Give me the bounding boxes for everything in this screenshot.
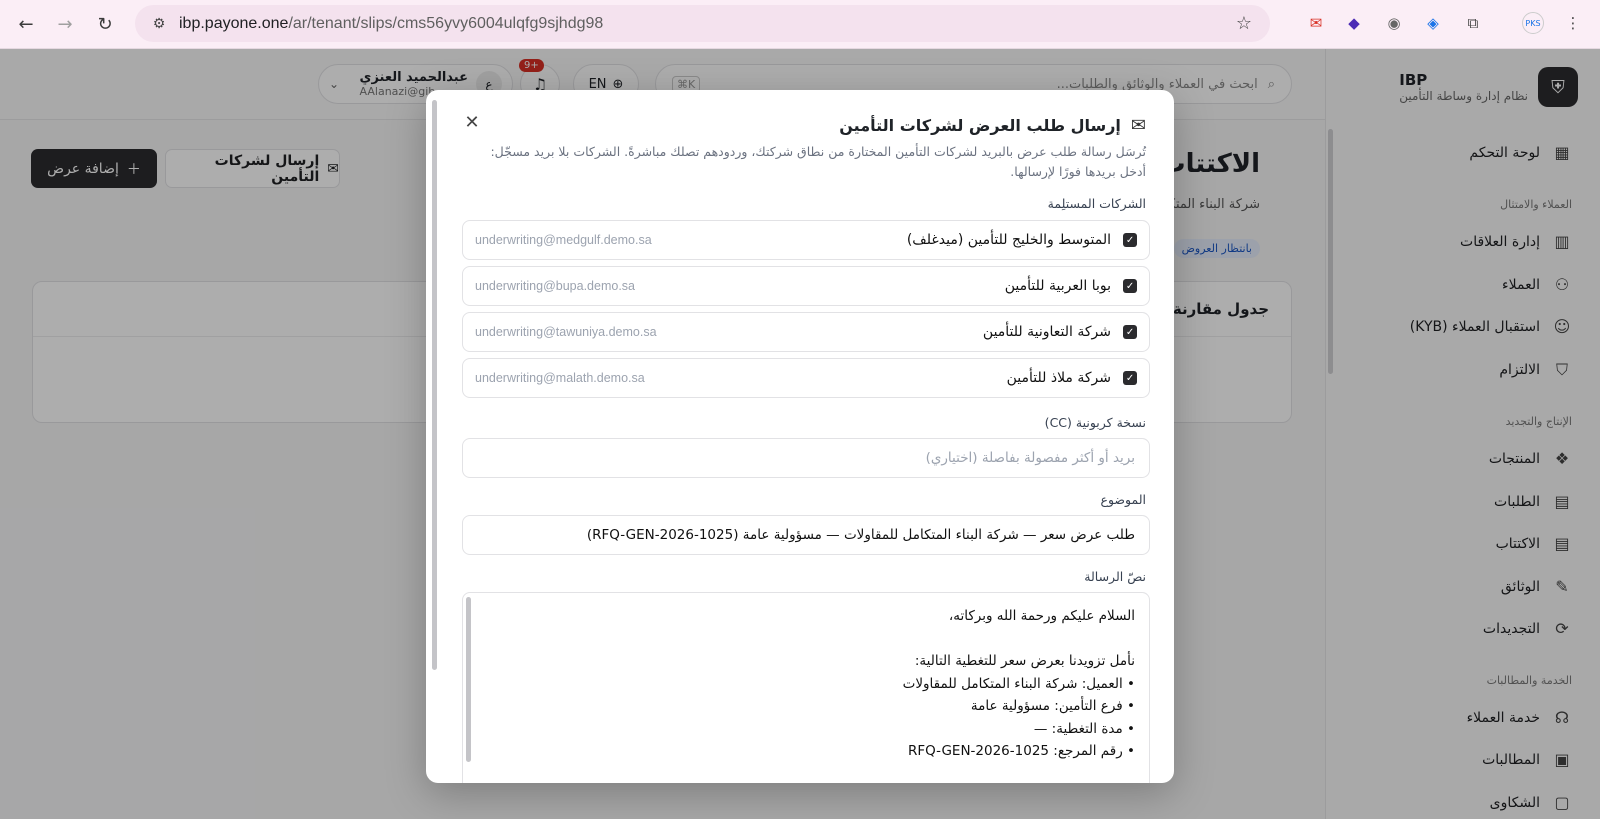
subject-label: الموضوع xyxy=(1100,492,1147,507)
browser-menu-icon[interactable]: ⋮ xyxy=(1562,12,1584,34)
message-body-textarea[interactable]: السلام عليكم ورحمة الله وبركاته، نأمل تز… xyxy=(462,592,1150,783)
send-rfq-modal: ✕ ✉ إرسال طلب العرض لشركات التأمين تُرسَ… xyxy=(426,90,1174,783)
camera-icon[interactable]: ◉ xyxy=(1383,12,1405,34)
extension-diamond-icon[interactable]: ◆ xyxy=(1343,12,1365,34)
mail-icon: ✉ xyxy=(1130,115,1146,136)
address-bar[interactable]: ⚙ ibp.payone.one/ar/tenant/slips/cms56yv… xyxy=(135,5,1270,42)
cc-label: نسخة كربونية (CC) xyxy=(1044,415,1146,430)
recipients-label: الشركات المستلِمة xyxy=(1047,196,1146,211)
checkbox-checked[interactable]: ✓ xyxy=(1123,233,1137,247)
body-line: • رقم المرجع: RFQ-GEN-2026-1025 xyxy=(907,743,1135,759)
back-icon[interactable]: ← xyxy=(6,4,46,44)
recipient-row[interactable]: ✓ شركة ملاذ للتأمين underwriting@malath.… xyxy=(462,358,1150,398)
gmail-icon[interactable]: ✉ xyxy=(1305,12,1327,34)
bookmark-star-icon[interactable]: ☆ xyxy=(1236,13,1252,34)
modal-scrollbar[interactable] xyxy=(432,100,437,670)
checkbox-checked[interactable]: ✓ xyxy=(1123,325,1137,339)
extension-tag-icon[interactable]: ◈ xyxy=(1422,12,1444,34)
reload-icon[interactable]: ↻ xyxy=(85,4,125,44)
close-icon[interactable]: ✕ xyxy=(462,112,482,133)
modal-description: تُرسَل رسالة طلب عرض بالبريد لشركات التأ… xyxy=(490,144,1146,179)
body-line: نأمل تزويدنا بعرض سعر للتغطية التالية: xyxy=(914,653,1135,669)
profile-avatar[interactable]: PKS xyxy=(1522,12,1544,34)
site-settings-icon[interactable]: ⚙ xyxy=(141,16,177,32)
body-line: • مدة التغطية: — xyxy=(1033,720,1135,737)
browser-toolbar: ← → ↻ ⚙ ibp.payone.one/ar/tenant/slips/c… xyxy=(0,0,1600,49)
subject-input[interactable]: طلب عرض سعر — شركة البناء المتكامل للمقا… xyxy=(462,515,1150,555)
modal-title: ✉ إرسال طلب العرض لشركات التأمين xyxy=(839,115,1146,136)
textarea-scrollbar[interactable] xyxy=(466,597,471,762)
recipient-row[interactable]: ✓ شركة التعاونية للتأمين underwriting@ta… xyxy=(462,312,1150,352)
cc-input[interactable]: بريد أو أكثر مفصولة بفاصلة (اختياري) xyxy=(462,438,1150,478)
url-text: ibp.payone.one/ar/tenant/slips/cms56yvy6… xyxy=(179,14,604,32)
body-line: • العميل: شركة البناء المتكامل للمقاولات xyxy=(902,675,1135,692)
body-line xyxy=(477,628,1135,651)
body-label: نصّ الرسالة xyxy=(1084,569,1146,584)
checkbox-checked[interactable]: ✓ xyxy=(1123,279,1137,293)
recipient-row[interactable]: ✓ بوبا العربية للتأمين underwriting@bupa… xyxy=(462,266,1150,306)
checkbox-checked[interactable]: ✓ xyxy=(1123,371,1137,385)
recipient-row[interactable]: ✓ المتوسط والخليج للتأمين (ميدغلف) under… xyxy=(462,220,1150,260)
extensions-puzzle-icon[interactable]: ⧉ xyxy=(1462,12,1484,34)
body-line: • فرع التأمين: مسؤولية عامة xyxy=(970,698,1135,714)
body-line: السلام عليكم ورحمة الله وبركاته، xyxy=(948,608,1135,624)
forward-icon[interactable]: → xyxy=(45,4,85,44)
